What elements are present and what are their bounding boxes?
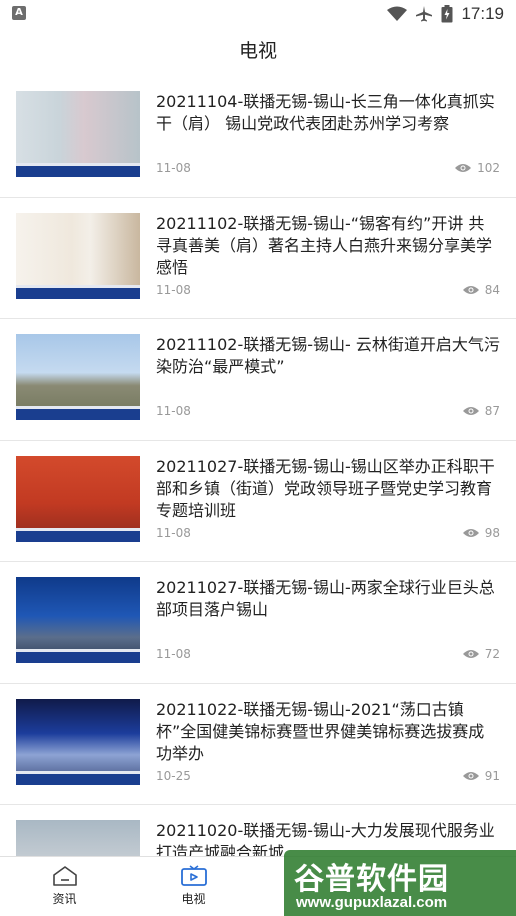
battery-icon <box>441 5 453 23</box>
video-thumbnail[interactable] <box>16 91 140 177</box>
video-date: 11-08 <box>156 282 191 297</box>
video-item[interactable]: 20211102-联播无锡-锡山-“锡客有约”开讲 共寻真善美（肩）著名主持人白… <box>0 198 516 319</box>
airplane-icon <box>416 6 433 22</box>
video-date: 11-08 <box>156 404 191 418</box>
eye-icon <box>455 164 472 172</box>
tab-label: 电视 <box>181 892 206 906</box>
page-title: 电视 <box>238 40 277 62</box>
status-icons: 17:19 <box>387 4 504 24</box>
video-title[interactable]: 20211027-联播无锡-锡山-锡山区举办正科职干部和乡镇（街道）党政领导班子… <box>156 456 500 522</box>
video-date: 11-08 <box>156 647 191 661</box>
eye-icon <box>462 528 479 537</box>
video-title[interactable]: 20211027-联播无锡-锡山-两家全球行业巨头总部项目落户锡山 <box>156 577 500 621</box>
view-count: 84 <box>484 282 500 297</box>
tab-news[interactable]: 资讯 <box>0 857 129 916</box>
tab-label: 资讯 <box>52 892 77 906</box>
video-thumbnail[interactable] <box>16 820 140 856</box>
video-thumbnail[interactable] <box>16 212 140 299</box>
video-date: 11-08 <box>156 525 191 540</box>
tab-tv[interactable]: 电视 <box>129 857 258 916</box>
video-item[interactable]: 20211022-联播无锡-锡山-2021“荡口古镇杯”全国健美锦标赛暨世界健美… <box>0 684 516 805</box>
video-list[interactable]: 20211104-联播无锡-锡山-长三角一体化真抓实干（肩） 锡山党政代表团赴苏… <box>0 76 516 856</box>
tv-icon <box>180 865 207 886</box>
view-count: 98 <box>484 525 500 540</box>
status-bar: A 17:19 <box>0 0 516 28</box>
view-count: 72 <box>484 647 500 661</box>
video-item[interactable]: 20211027-联播无锡-锡山-锡山区举办正科职干部和乡镇（街道）党政领导班子… <box>0 441 516 562</box>
video-thumbnail[interactable] <box>16 698 140 785</box>
site-watermark: 谷普软件园 www.gupuxlazal.com <box>284 850 516 916</box>
home-icon <box>52 866 77 886</box>
view-count: 91 <box>484 768 500 783</box>
view-count: 102 <box>477 161 500 175</box>
video-thumbnail[interactable] <box>16 577 140 663</box>
eye-icon <box>462 650 479 658</box>
eye-icon <box>462 407 479 415</box>
clock: 17:19 <box>461 4 504 23</box>
video-item[interactable]: 20211104-联播无锡-锡山-长三角一体化真抓实干（肩） 锡山党政代表团赴苏… <box>0 76 516 198</box>
video-date: 10-25 <box>156 768 191 783</box>
video-item[interactable]: 20211102-联播无锡-锡山- 云林街道开启大气污染防治“最严模式” 11-… <box>0 319 516 441</box>
video-date: 11-08 <box>156 161 191 175</box>
video-title[interactable]: 20211102-联播无锡-锡山- 云林街道开启大气污染防治“最严模式” <box>156 334 500 378</box>
video-item[interactable]: 20211027-联播无锡-锡山-两家全球行业巨头总部项目落户锡山 11-08 … <box>0 562 516 684</box>
video-item[interactable]: 20211020-联播无锡-锡山-大力发展现代服务业 打造产城融合新城 <box>0 805 516 856</box>
eye-icon <box>462 285 479 294</box>
wifi-icon <box>387 6 408 21</box>
notification-icon: A <box>12 6 26 20</box>
video-thumbnail[interactable] <box>16 334 140 420</box>
video-title[interactable]: 20211104-联播无锡-锡山-长三角一体化真抓实干（肩） 锡山党政代表团赴苏… <box>156 91 500 135</box>
video-thumbnail[interactable] <box>16 455 140 542</box>
watermark-title: 谷普软件园 <box>294 862 449 897</box>
video-title[interactable]: 20211102-联播无锡-锡山-“锡客有约”开讲 共寻真善美（肩）著名主持人白… <box>156 213 500 279</box>
eye-icon <box>462 771 479 780</box>
view-count: 87 <box>484 404 500 418</box>
video-title[interactable]: 20211022-联播无锡-锡山-2021“荡口古镇杯”全国健美锦标赛暨世界健美… <box>156 699 500 765</box>
watermark-url: www.gupuxlazal.com <box>296 894 448 911</box>
